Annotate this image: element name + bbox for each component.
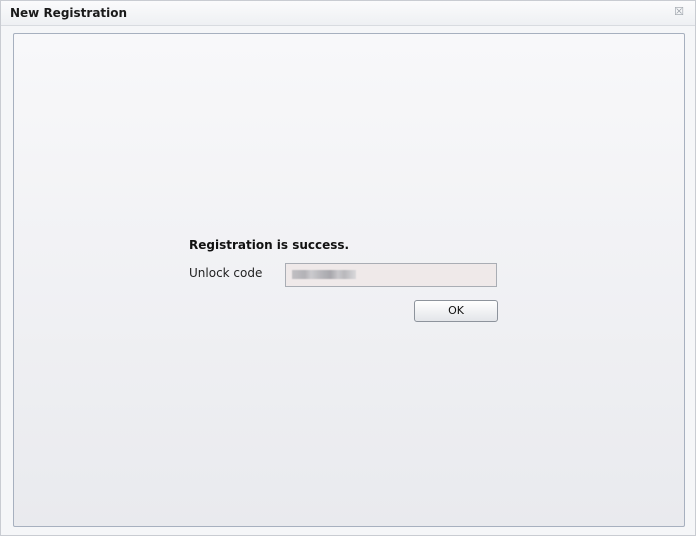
success-message: Registration is success.: [189, 238, 350, 252]
content-panel: Registration is success. Unlock code OK: [13, 33, 685, 527]
unlock-code-label: Unlock code: [189, 266, 263, 280]
unlock-code-value-obscured: [292, 270, 356, 279]
ok-button[interactable]: OK: [414, 300, 498, 322]
unlock-code-field[interactable]: [285, 263, 497, 287]
registration-window: New Registration ☒ Registration is succe…: [0, 0, 696, 536]
title-bar[interactable]: New Registration ☒: [1, 1, 695, 26]
window-title: New Registration: [10, 6, 128, 20]
close-icon[interactable]: ☒: [671, 4, 687, 20]
